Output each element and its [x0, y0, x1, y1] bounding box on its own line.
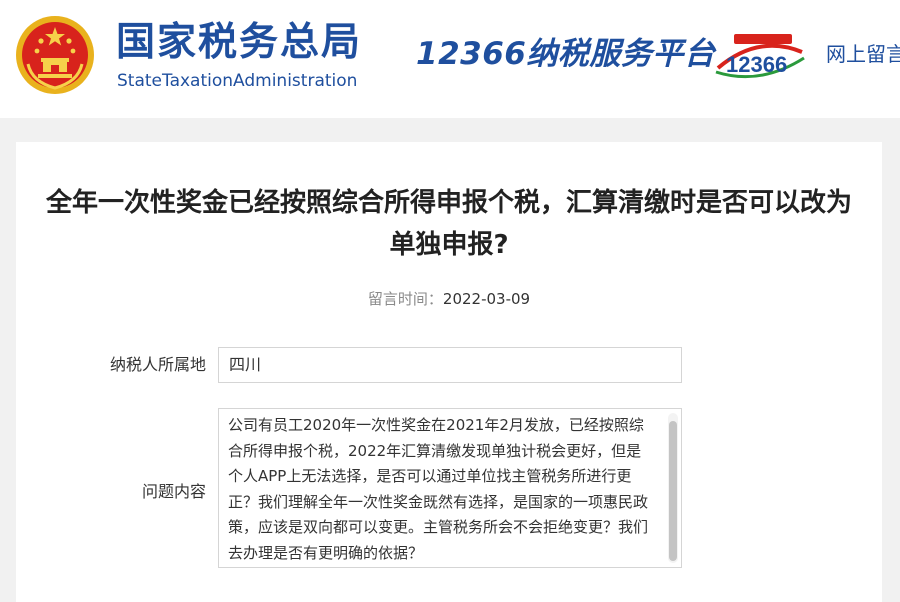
site-name-en[interactable]: StateTaxationAdministration — [117, 70, 357, 92]
message-time-value: 2022-03-09 — [442, 290, 531, 308]
12366-logo-icon: 12366 — [715, 34, 805, 79]
online-message-link[interactable]: 网上留言 — [826, 40, 900, 68]
content-scrollbar[interactable] — [668, 413, 678, 563]
site-header: 国家税务总局 StateTaxationAdministration 12366… — [0, 0, 900, 118]
site-name-cn[interactable]: 国家税务总局 — [116, 20, 362, 66]
question-detail-card: 全年一次性奖金已经按照综合所得申报个税，汇算清缴时是否可以改为单独申报? 留言时… — [16, 142, 882, 602]
question-title: 全年一次性奖金已经按照综合所得申报个税，汇算清缴时是否可以改为单独申报? — [46, 188, 853, 260]
location-field[interactable]: 四川 — [218, 347, 682, 383]
hotline-platform-title[interactable]: 12366纳税服务平台 — [416, 34, 715, 74]
question-content-text: 公司有员工2020年一次性奖金在2021年2月发放，已经按照综合所得申报个税，2… — [228, 416, 649, 562]
message-time: 留言时间：2022-03-09 — [16, 288, 882, 310]
location-label: 纳税人所属地 — [109, 355, 206, 374]
message-time-label: 留言时间： — [367, 290, 443, 308]
12366-logo-text: 12366 — [726, 52, 787, 77]
question-content-field[interactable]: 公司有员工2020年一次性奖金在2021年2月发放，已经按照综合所得申报个税，2… — [218, 408, 682, 568]
national-emblem-icon[interactable] — [14, 14, 96, 96]
content-label: 问题内容 — [141, 482, 206, 501]
content-scrollbar-thumb[interactable] — [669, 421, 677, 561]
